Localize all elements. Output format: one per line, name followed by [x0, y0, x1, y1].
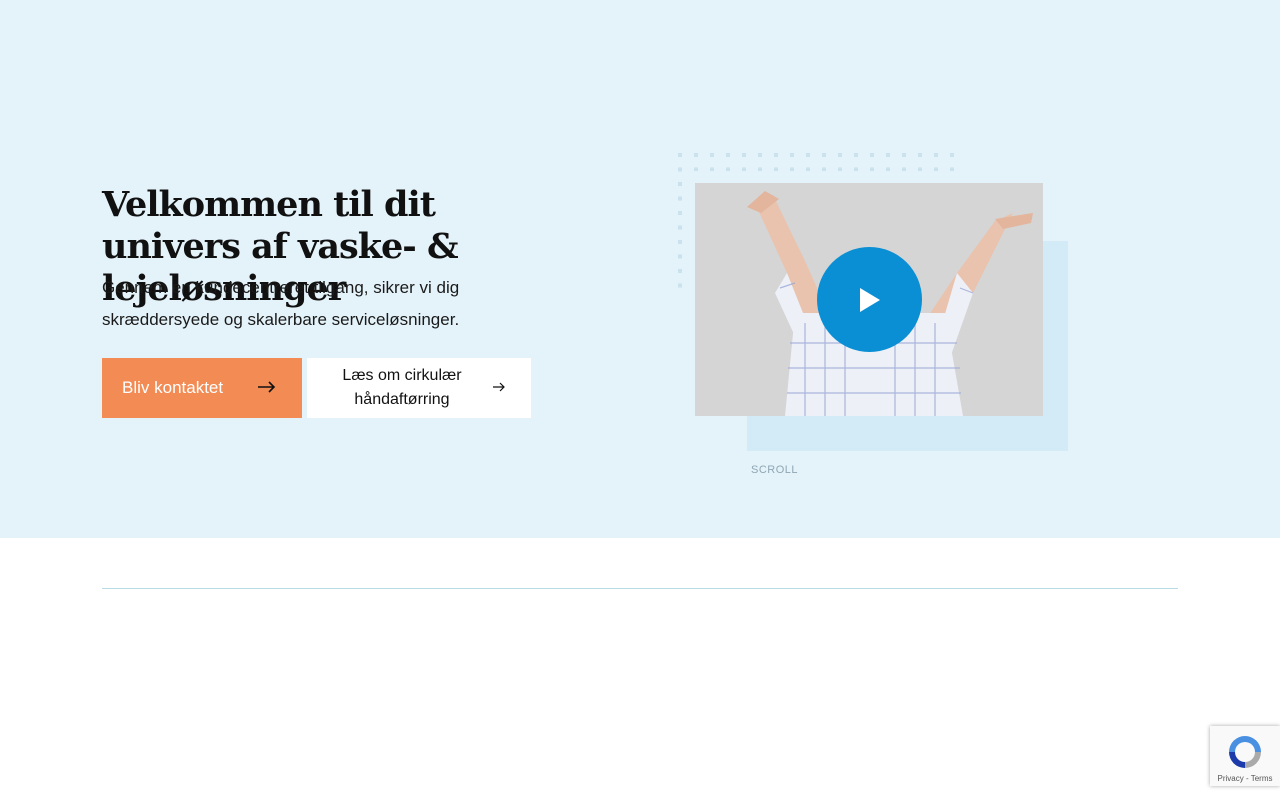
contact-button-label: Bliv kontaktet [122, 378, 224, 397]
recaptcha-links[interactable]: Privacy - Terms [1218, 774, 1273, 783]
recaptcha-icon [1229, 736, 1261, 768]
contact-button[interactable]: Bliv kontaktet [102, 358, 302, 418]
circular-drying-button-label: Læs om cirkulær håndaftørring [342, 367, 462, 408]
play-icon [859, 287, 880, 312]
scroll-indicator[interactable]: SCROLL [751, 464, 798, 476]
arrow-right-icon [493, 379, 505, 397]
circular-drying-button[interactable]: Læs om cirkulær håndaftørring [307, 358, 531, 418]
recaptcha-badge[interactable]: Privacy - Terms [1210, 726, 1280, 786]
arrow-right-icon [258, 378, 276, 398]
hero-subtitle: Gennem en kundecentreret tilgang, sikrer… [102, 278, 460, 329]
section-divider [102, 588, 1178, 589]
video-play-button[interactable] [817, 247, 922, 352]
